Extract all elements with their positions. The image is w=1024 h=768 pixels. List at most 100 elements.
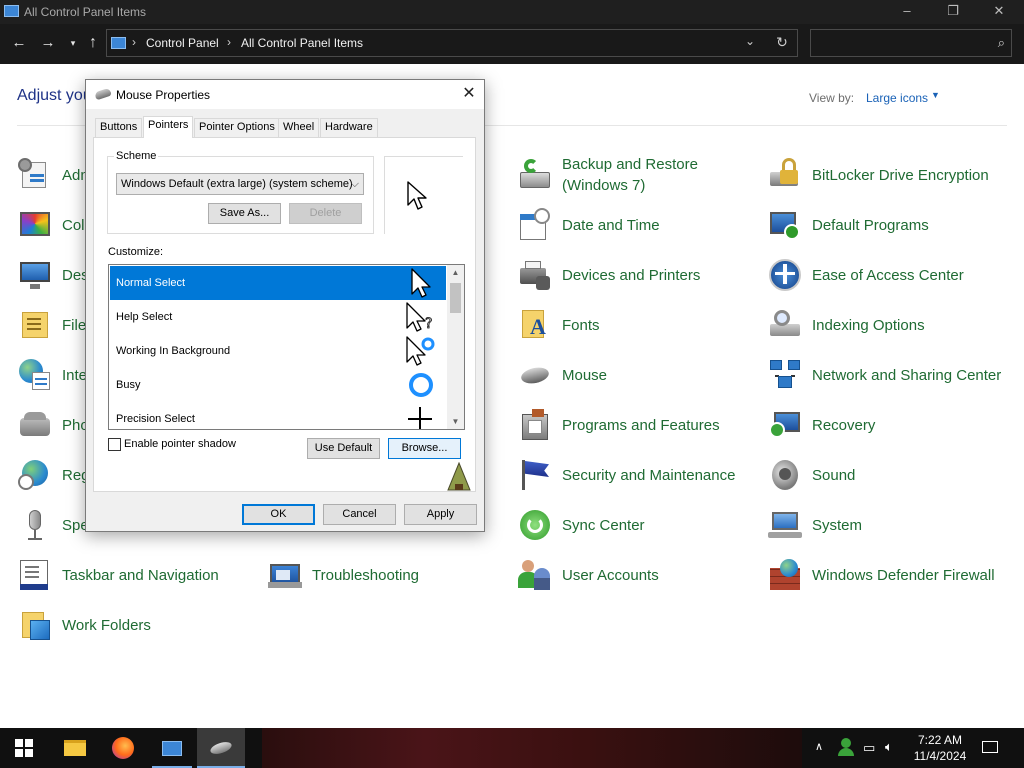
recent-locations-chevron-icon[interactable]: ▾	[62, 32, 84, 54]
address-dropdown-chevron-icon[interactable]: ⌄	[739, 34, 761, 52]
tab-pointers[interactable]: Pointers	[143, 116, 194, 138]
cp-item-label: Mouse	[562, 366, 608, 384]
window-title-bar: All Control Panel Items – ❐ ✕	[0, 0, 1024, 24]
refresh-icon[interactable]: ↻	[771, 34, 793, 52]
forward-arrow-icon[interactable]: →	[37, 32, 59, 54]
show-hidden-icons-chevron-icon[interactable]: ∧	[815, 740, 823, 768]
restore-button[interactable]: ❐	[930, 0, 976, 24]
browse-button[interactable]: Browse...	[388, 438, 461, 459]
clock-time: 7:22 AM	[917, 733, 963, 747]
tab-pointer-options[interactable]: Pointer Options	[194, 118, 280, 137]
mouse-properties-dialog: Mouse Properties ✕ Buttons Pointers Poin…	[85, 79, 485, 532]
list-item-label: Busy	[116, 379, 141, 391]
use-default-button[interactable]: Use Default	[307, 438, 380, 459]
scroll-down-arrow-icon[interactable]: ▼	[447, 414, 464, 429]
cp-item-system[interactable]: System	[768, 503, 1002, 547]
control-panel-taskbar-button[interactable]	[148, 728, 196, 768]
cp-item-fonts[interactable]: A Fonts	[518, 303, 752, 347]
scheme-dropdown[interactable]: Windows Default (extra large) (system sc…	[116, 173, 364, 195]
tab-buttons[interactable]: Buttons	[95, 118, 143, 137]
cp-item-sync-center[interactable]: Sync Center	[518, 503, 752, 547]
cp-item-sound[interactable]: Sound	[768, 453, 1002, 497]
cp-item-date-and-time[interactable]: Date and Time	[518, 203, 752, 247]
cp-item-taskbar-and-navigation[interactable]: Taskbar and Navigation	[18, 553, 252, 597]
minimize-button[interactable]: –	[884, 0, 930, 24]
firefox-icon	[112, 737, 134, 759]
cp-item-recovery[interactable]: Recovery	[768, 403, 1002, 447]
bitlocker-icon	[768, 158, 802, 192]
firefox-taskbar-button[interactable]	[99, 728, 147, 768]
breadcrumb-control-panel[interactable]: Control Panel	[146, 36, 219, 50]
pointer-list[interactable]: Normal Select Help Select ? Working In B…	[108, 264, 465, 430]
svg-text:?: ?	[425, 316, 432, 332]
list-item-working-in-background[interactable]: Working In Background	[110, 334, 446, 368]
cp-item-security-and-maintenance[interactable]: Security and Maintenance	[518, 453, 752, 497]
cp-item-ease-of-access-center[interactable]: Ease of Access Center	[768, 253, 1002, 297]
notifications-icon[interactable]	[982, 738, 1002, 756]
cp-item-work-folders[interactable]: Work Folders	[18, 603, 252, 647]
cp-item-network-and-sharing-center[interactable]: Network and Sharing Center	[768, 353, 1002, 397]
list-item-precision-select[interactable]: Precision Select	[110, 402, 446, 429]
cp-item-label: Recovery	[812, 416, 876, 434]
sound-icon	[768, 458, 802, 492]
search-input[interactable]	[815, 33, 985, 53]
cp-item-devices-and-printers[interactable]: Devices and Printers	[518, 253, 752, 297]
volume-icon[interactable]: 🔈︎	[885, 739, 893, 768]
cp-item-troubleshooting[interactable]: Troubleshooting	[268, 553, 502, 597]
breadcrumb-all-items[interactable]: All Control Panel Items	[241, 36, 363, 50]
back-arrow-icon[interactable]: ←	[8, 32, 30, 54]
list-item-normal-select[interactable]: Normal Select	[110, 266, 446, 300]
cp-item-label: Default Programs	[812, 216, 929, 234]
list-item-label: Normal Select	[116, 277, 186, 289]
mouse-properties-taskbar-button[interactable]	[197, 728, 245, 768]
view-by-chevron-icon[interactable]: ▼	[931, 90, 940, 100]
search-box[interactable]: ⌕	[810, 29, 1012, 57]
ok-button[interactable]: OK	[242, 504, 315, 525]
user-status-icon[interactable]	[838, 738, 854, 768]
network-sharing-icon	[768, 358, 802, 392]
system-clock[interactable]: 7:22 AM 11/4/2024	[905, 732, 975, 764]
enable-pointer-shadow-checkbox[interactable]	[108, 438, 121, 451]
list-item-busy[interactable]: Busy	[110, 368, 446, 402]
cp-item-mouse[interactable]: Mouse	[518, 353, 752, 397]
delete-button[interactable]: Delete	[289, 203, 362, 224]
up-arrow-icon[interactable]: ↑	[82, 32, 104, 54]
scrollbar-thumb[interactable]	[450, 283, 461, 313]
apply-button[interactable]: Apply	[404, 504, 477, 525]
cp-item-default-programs[interactable]: Default Programs	[768, 203, 1002, 247]
control-panel-icon	[162, 741, 182, 756]
programs-features-icon	[518, 408, 552, 442]
cp-item-programs-and-features[interactable]: Programs and Features	[518, 403, 752, 447]
list-item-help-select[interactable]: Help Select ?	[110, 300, 446, 334]
start-button[interactable]	[0, 728, 48, 768]
cp-item-backup-and-restore[interactable]: Backup and Restore (Windows 7)	[518, 153, 752, 197]
backup-restore-icon	[518, 158, 552, 192]
enable-pointer-shadow-label[interactable]: Enable pointer shadow	[124, 438, 236, 450]
save-as-button[interactable]: Save As...	[208, 203, 281, 224]
indexing-options-icon	[768, 308, 802, 342]
view-by-dropdown[interactable]: Large icons	[866, 91, 928, 105]
cp-item-bitlocker-drive-encryption[interactable]: BitLocker Drive Encryption	[768, 153, 1002, 197]
tab-wheel[interactable]: Wheel	[278, 118, 320, 137]
cp-item-label: Sound	[812, 466, 856, 484]
busy-cursor-icon	[409, 373, 433, 397]
cp-item-user-accounts[interactable]: User Accounts	[518, 553, 752, 597]
network-icon[interactable]: ▭	[863, 740, 875, 768]
cp-item-windows-defender-firewall[interactable]: Windows Defender Firewall	[768, 553, 1002, 597]
ease-of-access-icon	[768, 258, 802, 292]
work-folders-icon	[18, 608, 52, 642]
scroll-up-arrow-icon[interactable]: ▲	[447, 265, 464, 280]
tab-hardware[interactable]: Hardware	[320, 118, 378, 137]
cp-item-label: User Accounts	[562, 566, 659, 584]
cp-item-indexing-options[interactable]: Indexing Options	[768, 303, 1002, 347]
search-icon[interactable]: ⌕	[998, 35, 1005, 51]
windows-logo-icon	[15, 739, 33, 757]
list-scrollbar[interactable]: ▲ ▼	[447, 265, 464, 429]
sync-center-icon	[518, 508, 552, 542]
folder-icon	[64, 740, 86, 756]
close-button[interactable]: ✕	[976, 0, 1022, 24]
file-explorer-taskbar-button[interactable]	[50, 728, 98, 768]
cancel-button[interactable]: Cancel	[323, 504, 396, 525]
dialog-close-button[interactable]: ✕	[459, 84, 479, 104]
address-bar[interactable]: › Control Panel › All Control Panel Item…	[106, 29, 798, 57]
